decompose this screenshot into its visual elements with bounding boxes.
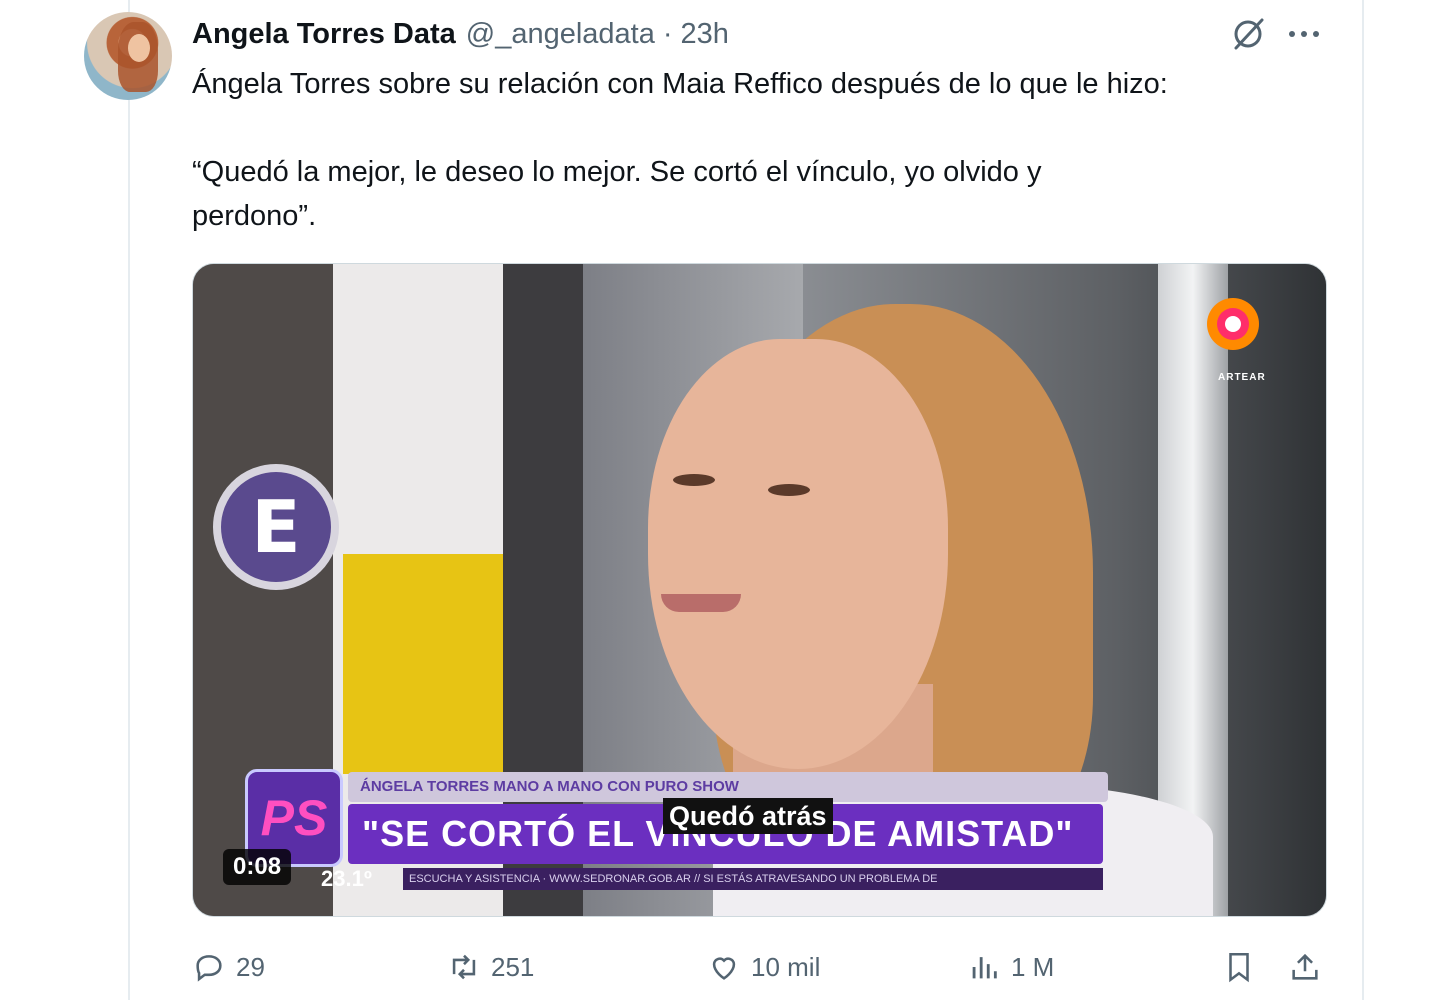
person-mouth — [661, 594, 741, 612]
news-ticker: ESCUCHA Y ASISTENCIA · WWW.SEDRONAR.GOB.… — [403, 868, 1103, 890]
channel-name: ARTEAR — [1218, 372, 1266, 383]
person-eye — [673, 474, 715, 486]
person-face — [648, 339, 948, 769]
tweet-text-line: “Quedó la mejor, le deseo lo mejor. Se c… — [192, 156, 1042, 188]
tweet-text: Ángela Torres sobre su relación con Maia… — [192, 62, 1342, 238]
temperature: 23.1º — [321, 866, 372, 891]
tweet-actions: 29 251 10 mil 1 M — [192, 945, 1332, 989]
retweet-button[interactable]: 251 — [447, 945, 534, 989]
user-handle[interactable]: @_angeladata — [466, 18, 655, 51]
left-border — [128, 0, 130, 1000]
tweet-text-line: perdono”. — [192, 200, 317, 232]
views-count: 1 M — [1011, 951, 1055, 982]
avatar-face — [128, 34, 150, 62]
grok-icon[interactable] — [1228, 16, 1268, 52]
person-eye — [768, 484, 810, 496]
views-icon — [972, 957, 997, 979]
retweet-count: 251 — [491, 951, 535, 982]
video-subtitle: Quedó atrás — [663, 798, 833, 834]
reply-button[interactable]: 29 — [192, 945, 265, 989]
reply-count: 29 — [236, 951, 265, 982]
like-count: 10 mil — [751, 951, 821, 982]
like-button[interactable]: 10 mil — [707, 945, 820, 989]
share-button[interactable] — [1288, 945, 1332, 989]
bookmark-icon — [1229, 952, 1249, 983]
tweet-header: Angela Torres Data @_angeladata · 23h — [192, 14, 729, 54]
background-yellow-stripe — [343, 554, 503, 774]
views-button[interactable]: 1 M — [967, 945, 1054, 989]
more-icon[interactable] — [1284, 16, 1324, 52]
share-icon — [1292, 953, 1318, 980]
heart-icon — [712, 957, 736, 980]
retweet-icon — [452, 954, 476, 980]
tweet-text-line: Ángela Torres sobre su relación con Maia… — [192, 68, 1168, 100]
channel-logo-icon — [1203, 294, 1263, 354]
parking-sign: E — [213, 464, 339, 590]
video-player[interactable]: E ARTEAR PS ÁNGELA TORRES MANO A MANO CO… — [192, 263, 1327, 917]
reply-icon — [196, 955, 222, 982]
bookmark-button[interactable] — [1222, 945, 1266, 989]
video-timer: 0:08 — [223, 849, 292, 885]
avatar[interactable] — [84, 12, 172, 100]
display-name[interactable]: Angela Torres Data — [192, 18, 456, 51]
tweet-time[interactable]: 23h — [681, 18, 729, 51]
right-border — [1362, 0, 1364, 1000]
separator-dot: · — [662, 17, 673, 50]
